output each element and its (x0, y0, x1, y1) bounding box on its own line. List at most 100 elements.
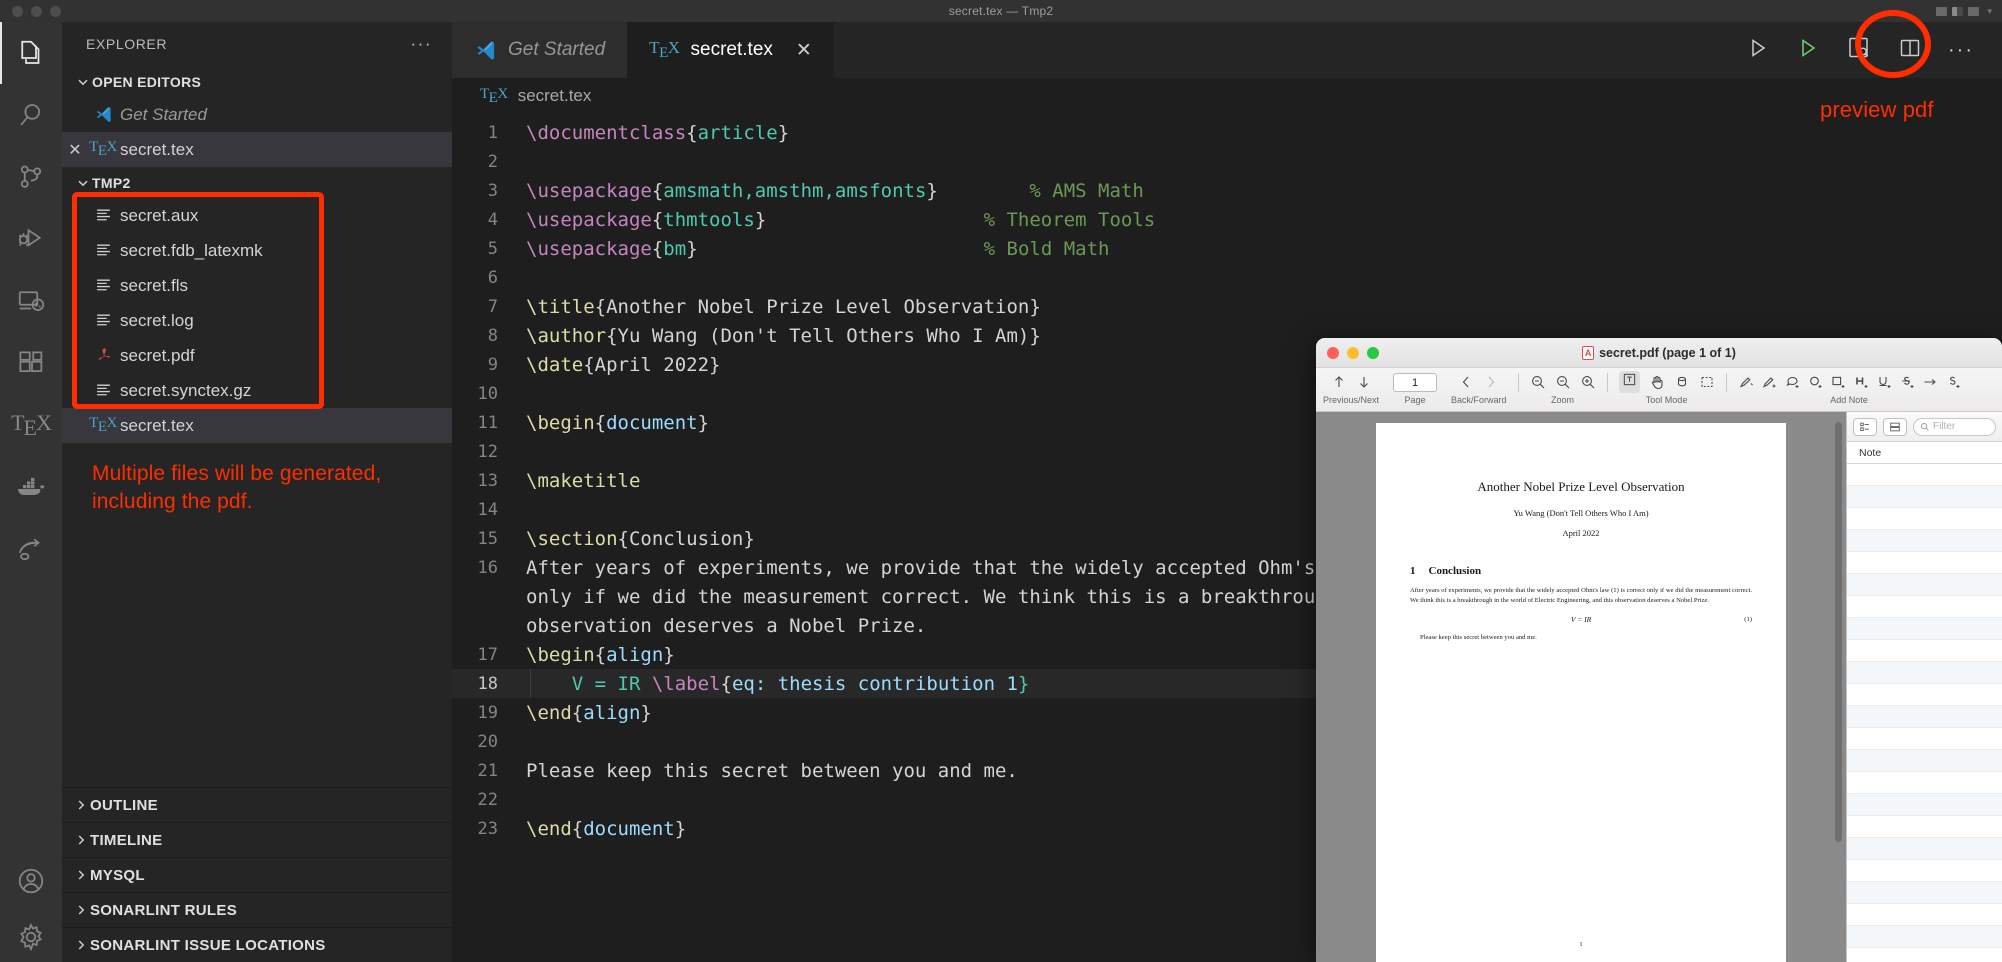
tab-secret-tex[interactable]: TEX secret.tex ✕ (627, 22, 834, 78)
magnify-tool-icon[interactable] (1674, 374, 1690, 390)
manage-settings-button[interactable] (0, 912, 62, 962)
highlight-icon[interactable] (1853, 374, 1869, 390)
note-row[interactable] (1847, 486, 2002, 508)
file-row-fdb-latexmk[interactable]: secret.fdb_latexmk (62, 233, 452, 268)
toggle-panel-bottom-icon[interactable] (1952, 6, 1964, 16)
breadcrumb[interactable]: TEX secret.tex (452, 78, 2002, 114)
note-row[interactable] (1847, 816, 2002, 838)
note-row[interactable] (1847, 728, 2002, 750)
run-latex-button[interactable] (1746, 36, 1770, 65)
note-row[interactable] (1847, 882, 2002, 904)
line-content: \documentclass{article} (526, 121, 790, 144)
customize-layout-icon[interactable]: ▾ (1987, 6, 1992, 17)
split-editor-button[interactable] (1898, 36, 1922, 65)
text-tool-icon[interactable] (1618, 371, 1640, 393)
note-row[interactable] (1847, 464, 2002, 486)
run-build-button[interactable] (1796, 36, 1820, 65)
zoom-out-icon[interactable] (1530, 374, 1546, 390)
freehand-icon[interactable] (1945, 374, 1961, 390)
note-row[interactable] (1847, 706, 2002, 728)
sidebar-item-search[interactable] (0, 84, 62, 146)
next-page-icon[interactable] (1356, 374, 1372, 390)
file-row-synctex-gz[interactable]: secret.synctex.gz (62, 373, 452, 408)
close-icon[interactable]: ✕ (796, 39, 812, 62)
section-sonarlint-rules[interactable]: SONARLINT RULES (62, 892, 452, 927)
open-editor-secret-tex[interactable]: ✕ TEX secret.tex (62, 132, 452, 167)
note-row[interactable] (1847, 662, 2002, 684)
pdf-canvas[interactable]: Another Nobel Prize Level Observation Yu… (1316, 412, 1846, 962)
note-row[interactable] (1847, 750, 2002, 772)
toggle-panel-right-icon[interactable] (1968, 6, 1980, 16)
file-row-pdf[interactable]: secret.pdf (62, 338, 452, 373)
section-sonarlint-issue-locations[interactable]: SONARLINT ISSUE LOCATIONS (62, 927, 452, 962)
note-row[interactable] (1847, 618, 2002, 640)
note-row[interactable] (1847, 772, 2002, 794)
lines-icon (88, 312, 118, 329)
line-content: Please keep this secret between you and … (526, 759, 1018, 782)
back-icon[interactable] (1458, 374, 1474, 390)
note-row[interactable] (1847, 530, 2002, 552)
note-row[interactable] (1847, 926, 2002, 948)
file-row-aux[interactable]: secret.aux (62, 198, 452, 233)
open-editor-get-started[interactable]: Get Started (62, 97, 452, 132)
previous-page-icon[interactable] (1331, 374, 1347, 390)
note-row[interactable] (1847, 794, 2002, 816)
line-icon[interactable] (1922, 374, 1938, 390)
select-tool-icon[interactable] (1699, 374, 1715, 390)
outline-view-icon[interactable] (1853, 417, 1877, 436)
sidebar-item-run-debug[interactable] (0, 208, 62, 270)
underline-icon[interactable] (1876, 374, 1892, 390)
sidebar-item-remote-explorer[interactable] (0, 270, 62, 332)
note-row[interactable] (1847, 860, 2002, 882)
layout-controls[interactable]: ▾ (1936, 6, 1992, 17)
zoom-actual-icon[interactable] (1555, 374, 1571, 390)
accounts-button[interactable] (0, 850, 62, 912)
sidebar-item-docker[interactable] (0, 456, 62, 518)
section-outline[interactable]: OUTLINE (62, 787, 452, 822)
sidebar-item-sonarlint[interactable] (0, 518, 62, 580)
section-open-editors[interactable]: OPEN EDITORS (62, 66, 452, 97)
file-row-fls[interactable]: secret.fls (62, 268, 452, 303)
more-actions-button[interactable]: ··· (1948, 40, 1974, 60)
file-row-log[interactable]: secret.log (62, 303, 452, 338)
toggle-panel-left-icon[interactable] (1936, 6, 1948, 16)
strikeout-icon[interactable] (1899, 374, 1915, 390)
note-row[interactable] (1847, 596, 2002, 618)
note-row[interactable] (1847, 904, 2002, 926)
explorer-more-actions-button[interactable]: ··· (411, 35, 432, 52)
section-timeline[interactable]: TIMELINE (62, 822, 452, 857)
line-number: 22 (477, 789, 498, 810)
section-mysql[interactable]: MYSQL (62, 857, 452, 892)
sidebar-item-extensions[interactable] (0, 332, 62, 394)
pdf-vertical-scrollbar[interactable] (1835, 422, 1842, 842)
hand-tool-icon[interactable] (1649, 374, 1665, 390)
toolbar-group-zoom: Zoom (1523, 371, 1603, 405)
file-row-tex[interactable]: TEX secret.tex (62, 408, 452, 443)
code-line: 1 \documentclass{article} (452, 118, 2002, 147)
note-row[interactable] (1847, 640, 2002, 662)
zoom-in-icon[interactable] (1580, 374, 1596, 390)
square-note-icon[interactable] (1830, 374, 1846, 390)
notes-filter-field[interactable]: Filter (1913, 417, 1996, 436)
note-row[interactable] (1847, 684, 2002, 706)
sidebar-item-source-control[interactable] (0, 146, 62, 208)
close-icon[interactable]: ✕ (62, 140, 88, 160)
note-row[interactable] (1847, 552, 2002, 574)
circle-note-icon[interactable] (1807, 374, 1823, 390)
page-number-input[interactable]: 1 (1393, 372, 1438, 392)
sidebar-item-explorer[interactable] (0, 22, 62, 84)
preview-pdf-button[interactable] (1846, 35, 1872, 66)
pen-icon[interactable] (1738, 374, 1754, 390)
sidebar-item-latex[interactable]: TEX (0, 394, 62, 456)
window-title: secret.tex — Tmp2 (948, 4, 1054, 18)
section-folder-tmp2[interactable]: TMP2 (62, 167, 452, 198)
oval-note-icon[interactable] (1784, 374, 1800, 390)
note-row[interactable] (1847, 838, 2002, 860)
activity-bar: TEX (0, 22, 62, 962)
pencil-icon[interactable] (1761, 374, 1777, 390)
list-view-icon[interactable] (1883, 417, 1907, 436)
forward-icon[interactable] (1483, 374, 1499, 390)
tab-get-started[interactable]: Get Started (452, 22, 628, 78)
note-row[interactable] (1847, 574, 2002, 596)
note-row[interactable] (1847, 508, 2002, 530)
